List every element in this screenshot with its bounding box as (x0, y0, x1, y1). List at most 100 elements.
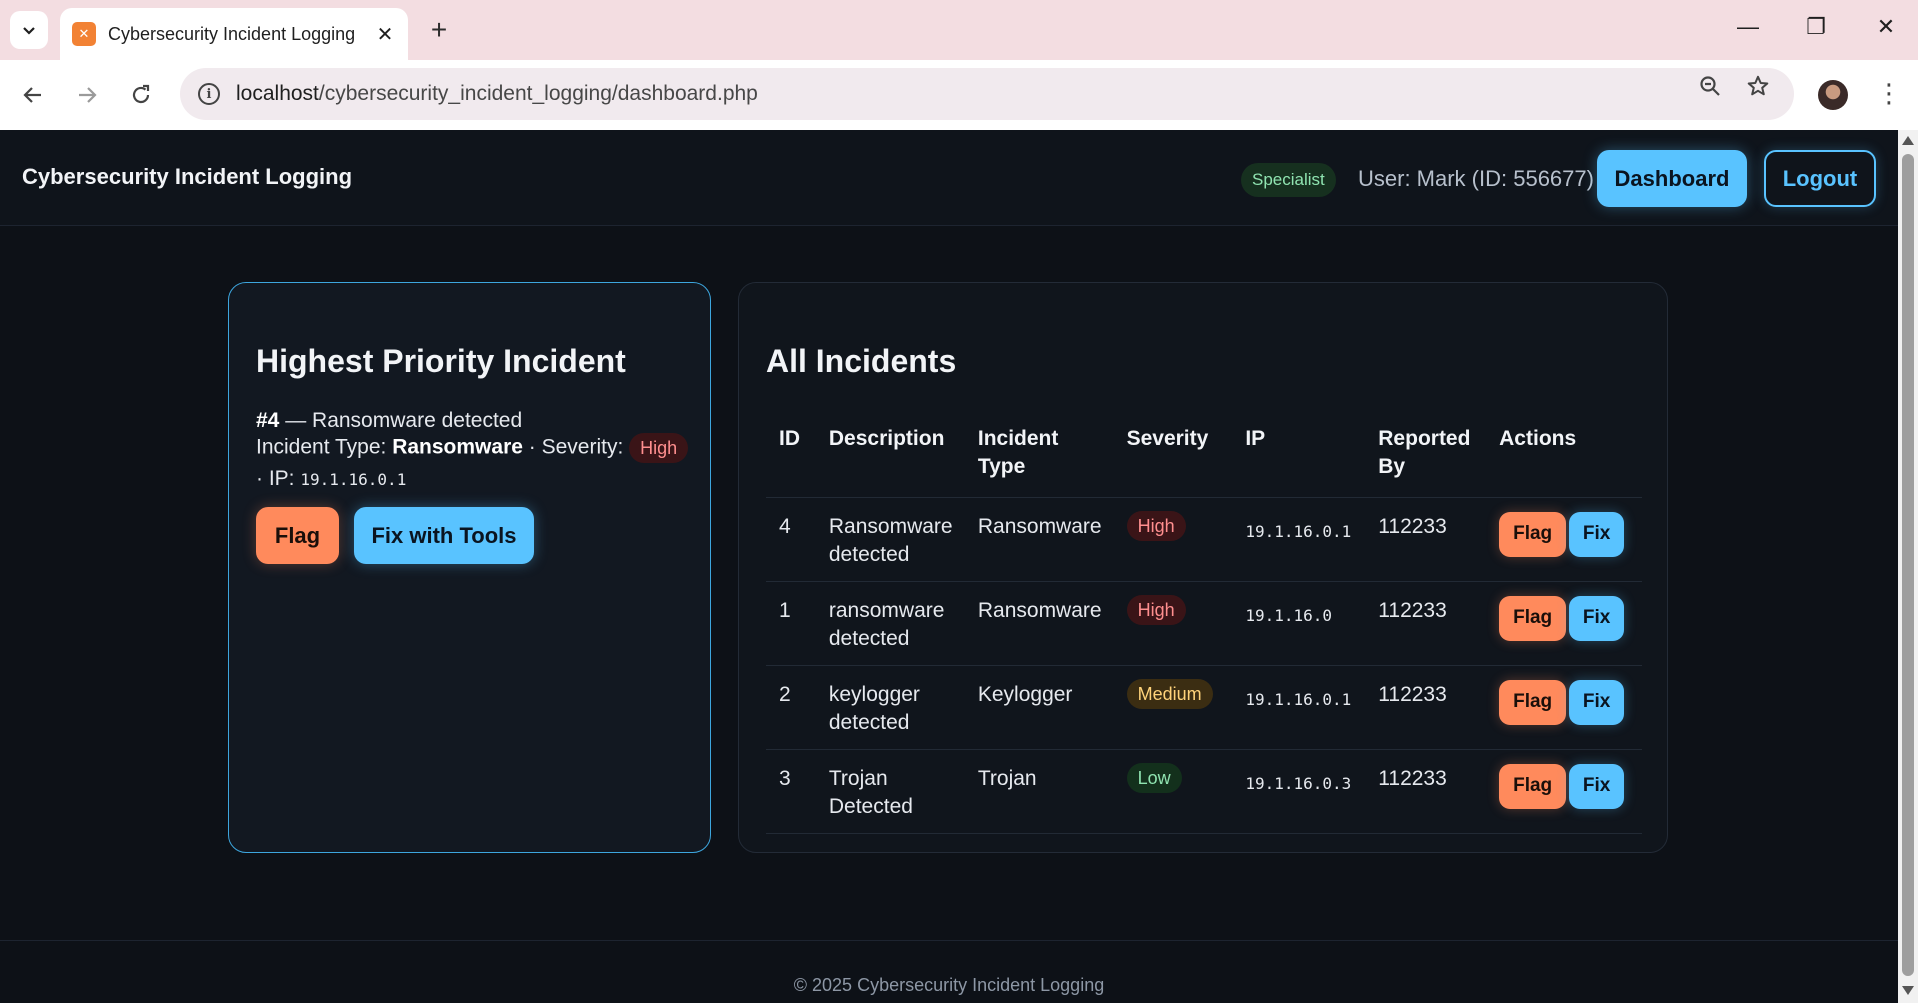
ip-value: 19.1.16.0.3 (1245, 773, 1352, 793)
table-row: 2 keylogger detected Keylogger Medium 19… (766, 665, 1642, 750)
priority-type-label: Incident Type: (256, 435, 393, 459)
cell-description: Ransomware detected (815, 497, 965, 582)
cell-reported-by: 112233 (1365, 749, 1487, 834)
highest-priority-card: Highest Priority Incident #4 — Ransomwar… (228, 282, 711, 853)
severity-badge: Medium (1126, 678, 1213, 709)
cell-type: Ransomware (964, 497, 1114, 582)
minimize-icon[interactable]: — (1728, 14, 1768, 40)
priority-incident-id: #4 (256, 409, 280, 432)
role-badge: Specialist (1241, 163, 1336, 197)
priority-ip-label: · IP: (256, 467, 295, 490)
cell-severity: Medium (1113, 665, 1233, 750)
tab-title: Cybersecurity Incident Logging (108, 23, 356, 44)
all-incidents-card: All Incidents ID Description Incident Ty… (738, 282, 1668, 853)
cell-actions: Flag Fix (1486, 497, 1642, 582)
cell-reported-by: 112233 (1365, 665, 1487, 750)
fix-button[interactable]: Fix (1569, 763, 1625, 809)
fix-button[interactable]: Fix (1569, 679, 1625, 725)
app-footer: © 2025 Cybersecurity Incident Logging (0, 940, 1898, 1003)
priority-fix-with-tools-button[interactable]: Fix with Tools (354, 507, 534, 564)
browser-tab-active[interactable]: ✕ Cybersecurity Incident Logging ✕ (60, 8, 408, 60)
cell-ip: 19.1.16.0 (1232, 581, 1366, 666)
table-row: 4 Ransomware detected Ransomware High 19… (766, 497, 1642, 582)
ip-value: 19.1.16.0 (1245, 605, 1333, 625)
user-info: User: Mark (ID: 556677) (1358, 166, 1594, 191)
logout-button[interactable]: Logout (1764, 150, 1876, 207)
new-tab-icon[interactable]: + (424, 14, 454, 46)
forward-icon[interactable] (70, 78, 104, 112)
priority-ip: 19.1.16.0.1 (300, 470, 407, 489)
app-header: Cybersecurity Incident Logging Specialis… (0, 130, 1898, 226)
severity-badge: High (1126, 594, 1186, 625)
address-url: localhost/cybersecurity_incident_logging… (236, 82, 758, 105)
col-header-id: ID (766, 413, 816, 498)
priority-description: — Ransomware detected (285, 409, 523, 432)
table-row: 1 ransomware detected Ransomware High 19… (766, 581, 1642, 666)
cell-reported-by: 112233 (1365, 497, 1487, 582)
cell-ip: 19.1.16.0.1 (1232, 665, 1366, 750)
cell-description: Trojan Detected (815, 749, 965, 834)
incidents-table: ID Description Incident Type Severity IP… (766, 413, 1642, 834)
cell-type: Ransomware (964, 581, 1114, 666)
table-row: 3 Trojan Detected Trojan Low 19.1.16.0.3… (766, 749, 1642, 834)
site-info-icon[interactable]: i (198, 83, 220, 105)
col-header-reported-by: Reported By (1365, 413, 1487, 498)
col-header-type: Incident Type (964, 413, 1114, 498)
xampp-favicon-icon: ✕ (72, 22, 96, 46)
col-header-severity: Severity (1113, 413, 1233, 498)
cell-ip: 19.1.16.0.3 (1232, 749, 1366, 834)
col-header-actions: Actions (1486, 413, 1642, 498)
priority-details: Incident Type: Ransomware · Severity: Hi… (256, 433, 689, 463)
cell-type: Trojan (964, 749, 1114, 834)
restore-icon[interactable]: ❐ (1796, 14, 1836, 40)
severity-badge: High (1126, 510, 1186, 541)
col-header-description: Description (815, 413, 965, 498)
cell-ip: 19.1.16.0.1 (1232, 497, 1366, 582)
tab-close-icon[interactable]: ✕ (374, 22, 396, 47)
col-header-ip: IP (1232, 413, 1366, 498)
priority-card-title: Highest Priority Incident (256, 343, 626, 379)
brand-title: Cybersecurity Incident Logging (22, 164, 353, 189)
tab-search-button[interactable] (10, 11, 48, 49)
cell-id: 2 (766, 665, 816, 750)
cell-severity: High (1113, 497, 1233, 582)
browser-toolbar: i localhost/cybersecurity_incident_loggi… (0, 60, 1918, 130)
zoom-icon[interactable] (1698, 74, 1722, 104)
cell-id: 1 (766, 581, 816, 666)
ip-value: 19.1.16.0.1 (1245, 521, 1352, 541)
table-header-row: ID Description Incident Type Severity IP… (766, 413, 1642, 498)
priority-severity-label: · Severity: (528, 435, 624, 459)
fix-button[interactable]: Fix (1569, 511, 1625, 557)
chevron-down-icon (23, 27, 35, 35)
scroll-up-icon[interactable] (1902, 136, 1914, 145)
page-scrollbar[interactable] (1898, 130, 1918, 1003)
flag-button[interactable]: Flag (1499, 763, 1567, 809)
scroll-down-icon[interactable] (1902, 986, 1914, 995)
flag-button[interactable]: Flag (1499, 679, 1567, 725)
dashboard-button[interactable]: Dashboard (1597, 150, 1747, 207)
scrollbar-thumb[interactable] (1902, 154, 1914, 976)
priority-type: Ransomware (392, 435, 523, 459)
address-bar[interactable]: i localhost/cybersecurity_incident_loggi… (180, 68, 1794, 120)
flag-button[interactable]: Flag (1499, 511, 1567, 557)
browser-menu-icon[interactable]: ⋮ (1876, 78, 1902, 109)
back-icon[interactable] (16, 78, 50, 112)
cell-type: Keylogger (964, 665, 1114, 750)
priority-ip-line: · IP: 19.1.16.0.1 (256, 467, 406, 491)
window-close-icon[interactable]: ✕ (1866, 14, 1906, 40)
cell-severity: High (1113, 581, 1233, 666)
fix-button[interactable]: Fix (1569, 595, 1625, 641)
flag-button[interactable]: Flag (1499, 595, 1567, 641)
profile-avatar[interactable] (1818, 80, 1848, 110)
cell-actions: Flag Fix (1486, 749, 1642, 834)
reload-icon[interactable] (124, 78, 158, 112)
cell-id: 3 (766, 749, 816, 834)
cell-id: 4 (766, 497, 816, 582)
all-incidents-title: All Incidents (766, 343, 957, 379)
cell-severity: Low (1113, 749, 1233, 834)
bookmark-star-icon[interactable] (1746, 74, 1770, 104)
cell-actions: Flag Fix (1486, 665, 1642, 750)
app-viewport: Cybersecurity Incident Logging Specialis… (0, 130, 1898, 1003)
severity-badge: Low (1126, 762, 1182, 793)
priority-flag-button[interactable]: Flag (256, 507, 339, 564)
